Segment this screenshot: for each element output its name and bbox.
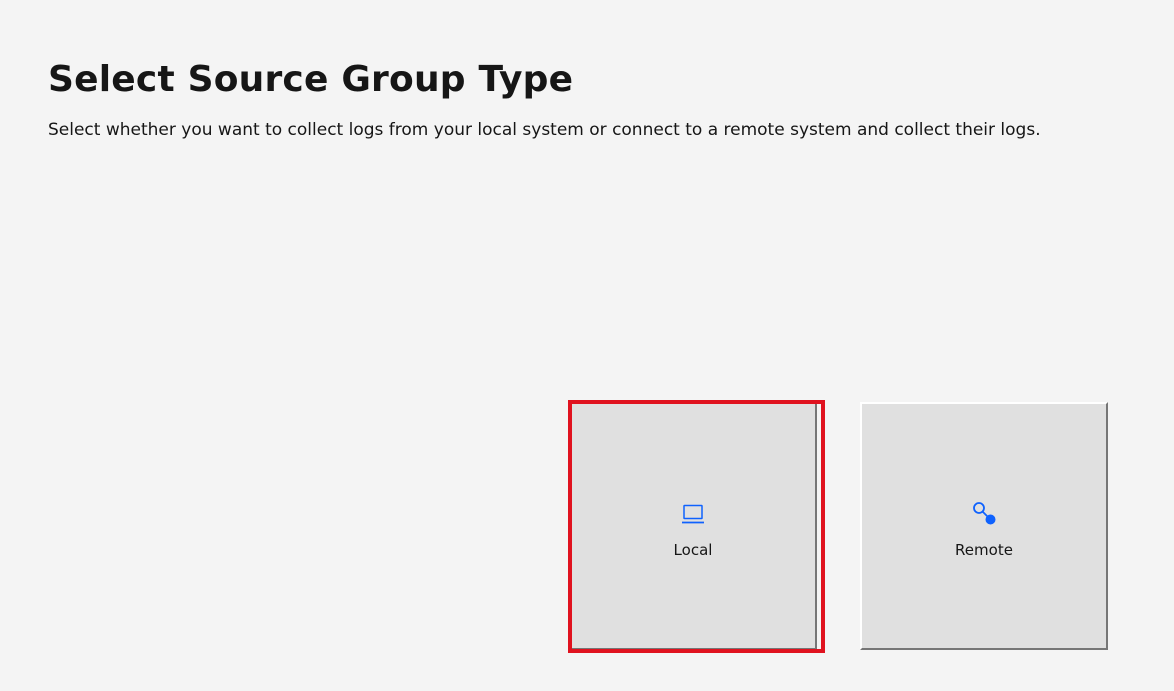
remote-connection-icon: [970, 500, 998, 528]
local-option-label: Local: [673, 541, 713, 559]
remote-option-label: Remote: [955, 541, 1013, 559]
local-option-tile[interactable]: Local: [569, 402, 817, 650]
laptop-icon: [679, 500, 707, 528]
page-title: Select Source Group Type: [48, 59, 574, 100]
page-description: Select whether you want to collect logs …: [48, 120, 1041, 140]
remote-option-tile[interactable]: Remote: [860, 402, 1108, 650]
